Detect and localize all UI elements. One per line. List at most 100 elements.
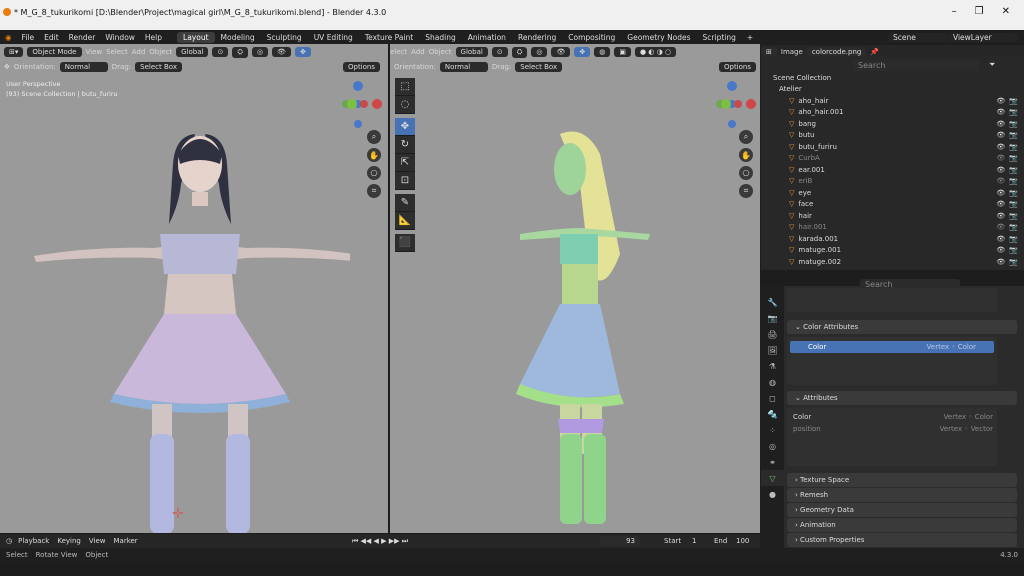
outliner-item[interactable]: ▽ aho_hair 👁 📷 xyxy=(761,95,1024,107)
left-3d-viewport[interactable]: ⊞▾ Object Mode View Select Add Object Gl… xyxy=(0,44,388,533)
object-tab-icon[interactable]: ◻ xyxy=(761,390,784,406)
visibility-eye-icon[interactable]: 👁 xyxy=(996,154,1005,162)
minimize-button[interactable]: – xyxy=(952,6,957,17)
scale-tool-icon[interactable]: ⇱ xyxy=(395,154,415,172)
pivot-icon-right[interactable]: ⊙ xyxy=(491,47,508,57)
playback-menu[interactable]: Playback xyxy=(18,537,49,545)
tab-modeling[interactable]: Modeling xyxy=(215,32,261,43)
visibility-eye-icon[interactable]: 👁 xyxy=(996,223,1005,231)
snap-icon[interactable]: ⛭ xyxy=(232,46,248,58)
outliner-item[interactable]: ▽ matuge.002 👁 📷 xyxy=(761,256,1024,268)
outliner-item[interactable]: ▽ karada.001 👁 📷 xyxy=(761,233,1024,245)
view-layer-tab-icon[interactable]: 🖼 xyxy=(761,342,784,358)
shading-icon[interactable]: ● ◐ ◑ ○ xyxy=(634,47,677,57)
color-attribute-item[interactable]: Color Vertex ◦ Color xyxy=(790,341,994,353)
editor-type-button[interactable]: ⊞▾ xyxy=(4,47,24,57)
zoom-icon[interactable]: ⌕ xyxy=(367,130,381,144)
render-camera-icon[interactable]: 📷 xyxy=(1009,258,1018,266)
proportional-icon-right[interactable]: ◎ xyxy=(531,47,548,57)
render-camera-icon[interactable]: 📷 xyxy=(1009,212,1018,220)
ortho-toggle-icon-right[interactable]: ⌗ xyxy=(739,184,753,198)
filter-icon[interactable]: ⏷ xyxy=(989,60,995,70)
current-frame-field[interactable]: 93 xyxy=(600,536,640,546)
object-mode-dropdown[interactable]: Object Mode xyxy=(27,47,82,57)
tab-shading[interactable]: Shading xyxy=(419,32,461,43)
geometry-data-header[interactable]: › Geometry Data xyxy=(787,503,1017,517)
tab-rendering[interactable]: Rendering xyxy=(512,32,562,43)
pan-icon-right[interactable]: ✋ xyxy=(739,148,753,162)
material-tab-icon[interactable]: ● xyxy=(761,486,784,502)
menu-add[interactable]: Add xyxy=(132,48,146,56)
menu-select[interactable]: Select xyxy=(106,48,128,56)
constraints-tab-icon[interactable]: ⚭ xyxy=(761,454,784,470)
visibility-eye-icon[interactable]: 👁 xyxy=(996,189,1005,197)
orientation-dropdown-right[interactable]: Normal xyxy=(439,62,488,72)
remesh-header[interactable]: › Remesh xyxy=(787,488,1017,502)
scene-tab-icon[interactable]: ⚗ xyxy=(761,358,784,374)
outliner-item[interactable]: ▽ hair.001 👁 📷 xyxy=(761,222,1024,234)
render-camera-icon[interactable]: 📷 xyxy=(1009,166,1018,174)
transform-orientation-dropdown[interactable]: Global xyxy=(176,47,209,57)
data-tab-icon[interactable]: ▽ xyxy=(761,470,784,486)
tab-uv-editing[interactable]: UV Editing xyxy=(308,32,359,43)
playback-controls[interactable]: ⏮ ◀◀ ◀ ▶ ▶▶ ⏭ xyxy=(352,537,408,546)
render-camera-icon[interactable]: 📷 xyxy=(1009,246,1018,254)
outliner-item[interactable]: ▽ matuge.001 👁 📷 xyxy=(761,245,1024,257)
keying-menu[interactable]: Keying xyxy=(57,537,81,545)
render-tab-icon[interactable]: 📷 xyxy=(761,310,784,326)
cursor-tool-icon[interactable]: ◌ xyxy=(395,96,415,114)
attribute-row-color[interactable]: Color Vertex ◦ Color xyxy=(793,413,993,421)
xray-icon[interactable]: ▣ xyxy=(614,47,631,57)
physics-tab-icon[interactable]: ◎ xyxy=(761,438,784,454)
tab-layout[interactable]: Layout xyxy=(177,31,215,43)
drag-dropdown-right[interactable]: Select Box xyxy=(515,62,563,72)
render-camera-icon[interactable]: 📷 xyxy=(1009,200,1018,208)
visibility-eye-icon[interactable]: 👁 xyxy=(996,246,1005,254)
render-camera-icon[interactable]: 📷 xyxy=(1009,108,1018,116)
end-field[interactable]: 100 xyxy=(736,537,749,545)
ortho-toggle-icon[interactable]: ⌗ xyxy=(367,184,381,198)
outliner-item[interactable]: ▽ bang 👁 📷 xyxy=(761,118,1024,130)
image-menu[interactable]: Image xyxy=(781,48,803,56)
right-3d-viewport[interactable]: elect Add Object Global ⊙ ⛭ ◎ 👁 ✥ ◍ ▣ ● … xyxy=(390,44,760,533)
tab-compositing[interactable]: Compositing xyxy=(562,32,621,43)
render-camera-icon[interactable]: 📷 xyxy=(1009,177,1018,185)
render-camera-icon[interactable]: 📷 xyxy=(1009,223,1018,231)
visibility-eye-icon[interactable]: 👁 xyxy=(996,97,1005,105)
menu-help[interactable]: Help xyxy=(140,33,167,42)
particles-tab-icon[interactable]: ⁘ xyxy=(761,422,784,438)
transform-tool-icon[interactable]: ⊡ xyxy=(395,172,415,190)
marker-menu[interactable]: Marker xyxy=(113,537,137,545)
gizmo-icon[interactable]: ✥ xyxy=(294,47,311,57)
camera-view-icon-right[interactable]: ⎔ xyxy=(739,166,753,180)
render-camera-icon[interactable]: 📷 xyxy=(1009,189,1018,197)
menu-edit[interactable]: Edit xyxy=(39,33,64,42)
rotate-tool-icon[interactable]: ↻ xyxy=(395,136,415,154)
visibility-eye-icon[interactable]: 👁 xyxy=(996,108,1005,116)
tab-texture-paint[interactable]: Texture Paint xyxy=(359,32,419,43)
texture-space-header[interactable]: › Texture Space xyxy=(787,473,1017,487)
render-camera-icon[interactable]: 📷 xyxy=(1009,131,1018,139)
outliner-root[interactable]: Scene Collection xyxy=(761,72,1024,84)
visibility-eye-icon[interactable]: 👁 xyxy=(996,143,1005,151)
outliner-item[interactable]: ▽ eye 👁 📷 xyxy=(761,187,1024,199)
outliner-item[interactable]: ▽ hair 👁 📷 xyxy=(761,210,1024,222)
render-camera-icon[interactable]: 📷 xyxy=(1009,235,1018,243)
navigation-gizmo-right[interactable] xyxy=(706,80,758,132)
outliner-item[interactable]: ▽ face 👁 📷 xyxy=(761,199,1024,211)
move-tool-icon[interactable]: ✥ xyxy=(395,118,415,136)
outliner-item[interactable]: ▽ aho_hair.001 👁 📷 xyxy=(761,107,1024,119)
start-field[interactable]: 1 xyxy=(692,537,696,545)
add-workspace-button[interactable]: + xyxy=(742,33,758,42)
pan-icon[interactable]: ✋ xyxy=(367,148,381,162)
attribute-row-position[interactable]: position Vertex ◦ Vector xyxy=(793,425,993,433)
outliner-item[interactable]: ▽ butu_furiru 👁 📷 xyxy=(761,141,1024,153)
menu-file[interactable]: File xyxy=(17,33,40,42)
render-camera-icon[interactable]: 📷 xyxy=(1009,120,1018,128)
transform-orientation-dropdown-right[interactable]: Global xyxy=(455,47,488,57)
outliner-search[interactable]: Search xyxy=(853,60,979,71)
gizmo-icon-right[interactable]: ✥ xyxy=(574,47,591,57)
render-camera-icon[interactable]: 📷 xyxy=(1009,97,1018,105)
menu-add-right[interactable]: Add xyxy=(411,48,425,56)
blender-menu-icon[interactable]: ◉ xyxy=(0,33,17,42)
